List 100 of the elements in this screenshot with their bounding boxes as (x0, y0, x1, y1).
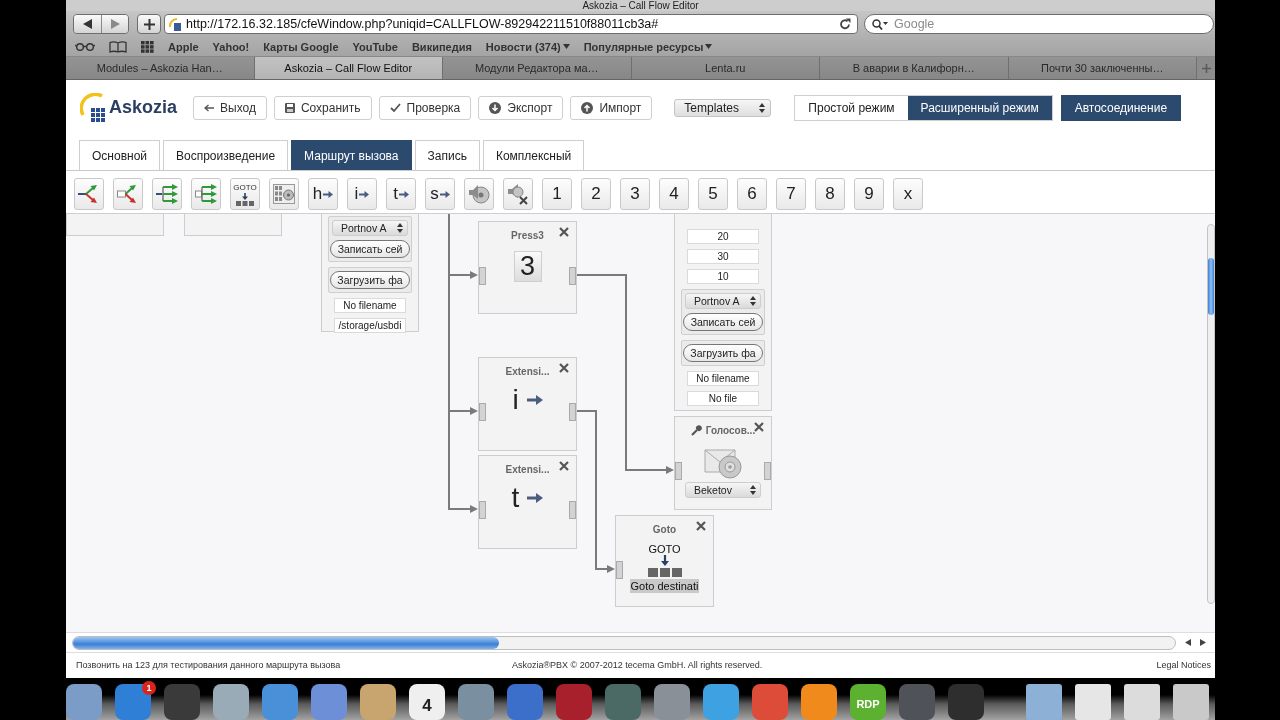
tool-button[interactable]: 6 (737, 178, 767, 210)
browser-tab[interactable]: Modules – Askozia Han… (66, 57, 255, 79)
dock-app-icon[interactable] (458, 684, 494, 720)
tool-button[interactable] (113, 178, 143, 210)
value-field[interactable]: 20 (687, 229, 759, 244)
tool-button[interactable] (269, 178, 299, 210)
port-handle[interactable] (616, 561, 623, 579)
close-icon[interactable] (559, 363, 569, 373)
tool-button[interactable] (152, 178, 182, 210)
tool-button[interactable]: 4 (659, 178, 689, 210)
dock-app-icon[interactable] (262, 684, 298, 720)
grid-icon[interactable] (141, 40, 154, 53)
value-field[interactable]: No filename (334, 298, 406, 313)
dock-app-icon[interactable] (213, 684, 249, 720)
tool-button[interactable] (74, 178, 104, 210)
port-handle[interactable] (479, 267, 486, 285)
dock-app-icon[interactable] (311, 684, 347, 720)
dropdown-select[interactable]: Beketov (685, 482, 761, 498)
save-button[interactable]: Сохранить (273, 95, 372, 120)
browser-tab[interactable]: Почти 30 заключенны… (1008, 57, 1197, 79)
dock-app-icon[interactable] (899, 684, 935, 720)
flow-node[interactable]: Goto GOTO Goto destinati (615, 515, 714, 607)
tool-button[interactable]: 7 (776, 178, 806, 210)
scrollbar-thumb[interactable] (1208, 258, 1214, 315)
scroll-right-icon[interactable] (1200, 639, 1206, 646)
node-action-button[interactable]: Загрузить фа (683, 344, 763, 362)
tool-button[interactable] (191, 178, 221, 210)
editor-tab[interactable]: Маршрут вызова (291, 140, 412, 170)
browser-tab[interactable]: Модули Редактора ма… (443, 57, 632, 79)
tool-button[interactable]: GOTO (230, 178, 260, 210)
dock-app-tile[interactable]: 4 (409, 684, 445, 720)
import-button[interactable]: Импорт (570, 95, 653, 120)
value-field[interactable]: 10 (687, 269, 759, 284)
search-field[interactable]: Google (864, 14, 1214, 34)
close-icon[interactable] (559, 227, 569, 237)
dock-app-icon[interactable] (507, 684, 543, 720)
export-button[interactable]: Экспорт (478, 95, 564, 120)
dropdown-select[interactable]: Portnov A (332, 220, 408, 236)
flow-node[interactable]: Extensi... t (478, 455, 577, 549)
autoconnect-button[interactable]: Автосоединение (1060, 94, 1182, 121)
add-bookmark-button[interactable] (137, 14, 161, 34)
tool-button[interactable]: t (386, 178, 416, 210)
dock-app-icon[interactable] (66, 684, 102, 720)
bookmark-link[interactable]: Популярные ресурсы (583, 40, 713, 53)
close-icon[interactable] (696, 521, 706, 531)
node-action-button[interactable]: Записать сей (683, 313, 763, 331)
book-icon[interactable] (109, 40, 127, 53)
flow-node[interactable] (184, 214, 282, 236)
plus-icon[interactable] (1201, 63, 1211, 73)
dock-app-icon[interactable] (605, 684, 641, 720)
dock-app-icon[interactable] (654, 684, 690, 720)
bookmark-link[interactable]: Yahoo! (212, 40, 250, 53)
tool-button[interactable]: 8 (815, 178, 845, 210)
editor-tab[interactable]: Запись (414, 140, 480, 170)
port-handle[interactable] (675, 462, 682, 480)
flow-node[interactable]: Press3 3 (478, 221, 577, 314)
dock-app-icon[interactable] (703, 684, 739, 720)
value-field[interactable]: No filename (687, 371, 759, 386)
bookmark-link[interactable]: Карты Google (263, 40, 339, 53)
tool-button[interactable]: i (347, 178, 377, 210)
tool-button[interactable]: 3 (620, 178, 650, 210)
value-field[interactable]: 30 (687, 249, 759, 264)
browser-tab[interactable]: Askozia – Call Flow Editor (254, 57, 443, 79)
back-button[interactable] (74, 15, 101, 33)
tool-button[interactable]: 2 (581, 178, 611, 210)
dropdown-select[interactable]: Portnov A (685, 293, 761, 309)
exit-button[interactable]: Выход (193, 95, 267, 120)
scrollbar-thumb[interactable] (73, 636, 499, 649)
bookmark-link[interactable]: Википедия (411, 40, 472, 53)
tool-button[interactable]: s (425, 178, 455, 210)
bookmark-link[interactable]: Новости (374) (485, 40, 570, 53)
port-handle[interactable] (569, 501, 576, 519)
dock-app-icon[interactable] (752, 684, 788, 720)
url-field[interactable]: http://172.16.32.185/cfeWindow.php?uniqid=CALLFLOW-892942211510f88011cb3a# (164, 14, 858, 34)
bookmark-link[interactable]: Apple (168, 40, 199, 53)
dock-app-icon[interactable] (360, 684, 396, 720)
editor-tab[interactable]: Основной (79, 140, 160, 170)
flow-node[interactable]: Extensi... i (478, 357, 577, 451)
editor-tab[interactable]: Воспроизведение (163, 140, 289, 170)
flow-node[interactable]: Portnov A Записать сей Загрузить фа No filename /storage/usbdi (321, 214, 419, 332)
close-icon[interactable] (754, 422, 764, 432)
check-button[interactable]: Проверка (378, 95, 472, 120)
dock-app-icon[interactable] (801, 684, 837, 720)
dock-app-icon[interactable] (556, 684, 592, 720)
dock-app-icon[interactable] (948, 684, 984, 720)
node-action-button[interactable]: Записать сей (330, 240, 410, 258)
port-handle[interactable] (479, 501, 486, 519)
flow-node[interactable] (66, 214, 164, 236)
scrollbar-track[interactable] (72, 635, 1176, 650)
tool-button[interactable]: 9 (854, 178, 884, 210)
browser-tab[interactable]: В аварии в Калифорн… (820, 57, 1009, 79)
port-handle[interactable] (479, 403, 486, 421)
flow-node[interactable]: 20 30 10 Portnov A Записать сей Загрузить фа No filename No file (674, 214, 772, 411)
close-icon[interactable] (559, 461, 569, 471)
scroll-left-icon[interactable] (1185, 639, 1191, 646)
legal-notices-link[interactable]: Legal Notices (1156, 659, 1211, 670)
port-handle[interactable] (569, 403, 576, 421)
value-field[interactable]: /storage/usbdi (334, 318, 406, 333)
port-handle[interactable] (569, 267, 576, 285)
tool-button[interactable]: 1 (542, 178, 572, 210)
